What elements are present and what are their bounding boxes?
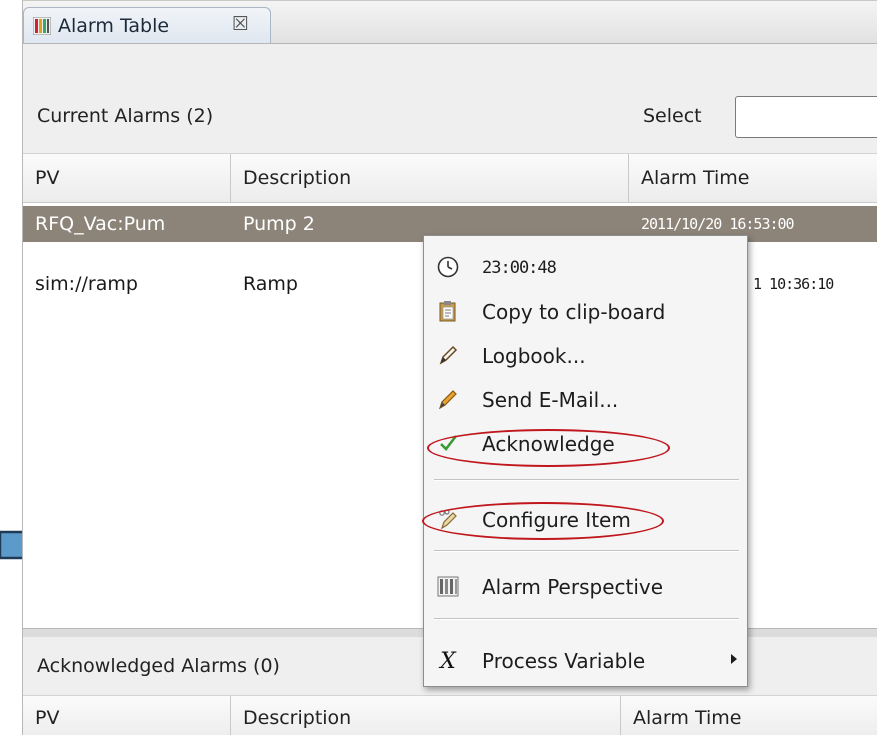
clock-icon bbox=[437, 256, 459, 278]
configure-item-highlight-ellipse bbox=[422, 502, 664, 540]
menu-item-process-variable[interactable]: X Process Variable bbox=[424, 639, 747, 683]
tab-title: Alarm Table bbox=[58, 15, 170, 37]
menu-item-alarm-time[interactable]: 23:00:48 bbox=[424, 246, 747, 290]
table-header: PV Description Alarm Time bbox=[23, 695, 877, 735]
column-header-alarm-time[interactable]: Alarm Time bbox=[629, 154, 877, 202]
clipboard-icon bbox=[439, 301, 456, 322]
pen-icon bbox=[438, 390, 457, 410]
pencil-icon bbox=[439, 345, 458, 365]
menu-separator bbox=[434, 550, 739, 552]
acknowledged-alarms-title: Acknowledged Alarms (0) bbox=[37, 655, 280, 677]
tab-alarm-table[interactable]: Alarm Table ☒ bbox=[23, 7, 271, 43]
cell-pv: sim://ramp bbox=[35, 273, 138, 295]
menu-item-copy-to-clipboard[interactable]: Copy to clip-board bbox=[424, 290, 747, 334]
tab-strip: Alarm Table ☒ bbox=[23, 1, 877, 44]
cell-pv: RFQ_Vac:Pum bbox=[35, 213, 166, 235]
svg-text:X: X bbox=[438, 649, 457, 672]
menu-item-logbook[interactable]: Logbook... bbox=[424, 334, 747, 378]
column-header-pv[interactable]: PV bbox=[23, 154, 231, 202]
submenu-arrow-icon bbox=[731, 654, 737, 664]
alarm-table-icon bbox=[437, 576, 459, 597]
column-header-description[interactable]: Description bbox=[231, 154, 629, 202]
alarm-table-icon bbox=[33, 17, 51, 35]
acknowledge-highlight-ellipse bbox=[427, 429, 670, 467]
column-header-pv[interactable]: PV bbox=[23, 696, 231, 735]
column-header-description[interactable]: Description bbox=[231, 696, 621, 735]
menu-separator bbox=[434, 479, 739, 481]
cell-alarm-time: 1 10:36:10 bbox=[753, 275, 834, 293]
select-input[interactable] bbox=[735, 96, 877, 138]
select-label: Select bbox=[643, 105, 702, 127]
close-icon[interactable]: ☒ bbox=[232, 13, 249, 35]
context-menu: 23:00:48 Copy to clip-board Logbook... S… bbox=[422, 235, 748, 687]
current-alarms-title: Current Alarms (2) bbox=[37, 105, 214, 127]
menu-separator bbox=[434, 618, 739, 620]
menu-item-send-email[interactable]: Send E-Mail... bbox=[424, 378, 747, 422]
menu-item-alarm-perspective[interactable]: Alarm Perspective bbox=[424, 565, 747, 609]
column-header-alarm-time[interactable]: Alarm Time bbox=[621, 696, 877, 735]
table-header: PV Description Alarm Time bbox=[23, 153, 877, 203]
process-variable-icon: X bbox=[438, 649, 457, 672]
